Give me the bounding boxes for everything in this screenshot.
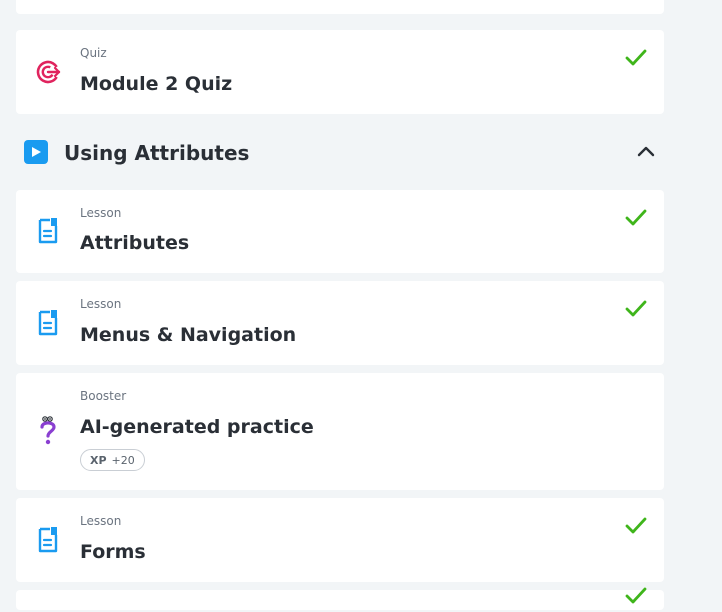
- item-kind-label: Lesson: [80, 514, 122, 528]
- course-item-attributes[interactable]: Lesson Attributes: [16, 190, 664, 273]
- xp-value: +20: [111, 453, 135, 467]
- play-icon: [24, 140, 48, 164]
- target-icon: [34, 58, 62, 86]
- xp-label: XP: [90, 453, 107, 467]
- checkmark-icon: [624, 514, 648, 538]
- checkmark-icon: [624, 206, 648, 230]
- course-item-forms[interactable]: Lesson Forms: [16, 498, 664, 582]
- chevron-up-icon[interactable]: [634, 140, 658, 164]
- document-icon: [34, 309, 62, 337]
- section-title: Using Attributes: [64, 141, 250, 165]
- item-kind-label: Lesson: [80, 297, 122, 311]
- checkmark-icon: [624, 584, 648, 608]
- item-kind-label: Quiz: [80, 46, 107, 60]
- item-title: Attributes: [80, 232, 190, 254]
- checkmark-icon: [624, 297, 648, 321]
- item-title: Forms: [80, 541, 146, 563]
- checkmark-icon: [624, 46, 648, 70]
- question-icon: [34, 416, 62, 445]
- course-item-module-2-quiz[interactable]: Quiz Module 2 Quiz: [16, 30, 664, 114]
- course-item-ai-generated-practice[interactable]: Booster AI-generated practice XP +20: [16, 373, 664, 490]
- document-icon: [34, 526, 62, 554]
- item-title: Module 2 Quiz: [80, 73, 233, 95]
- item-title: Menus & Navigation: [80, 324, 297, 346]
- item-title: AI-generated practice: [80, 416, 314, 438]
- course-item-menus-navigation[interactable]: Lesson Menus & Navigation: [16, 281, 664, 365]
- xp-badge: XP +20: [80, 449, 145, 471]
- section-header-using-attributes[interactable]: Using Attributes: [16, 134, 664, 172]
- item-kind-label: Lesson: [80, 206, 122, 220]
- course-item-partial-top[interactable]: [16, 0, 664, 14]
- item-kind-label: Booster: [80, 389, 127, 403]
- course-item-partial-bottom[interactable]: [16, 587, 664, 610]
- document-icon: [34, 217, 62, 245]
